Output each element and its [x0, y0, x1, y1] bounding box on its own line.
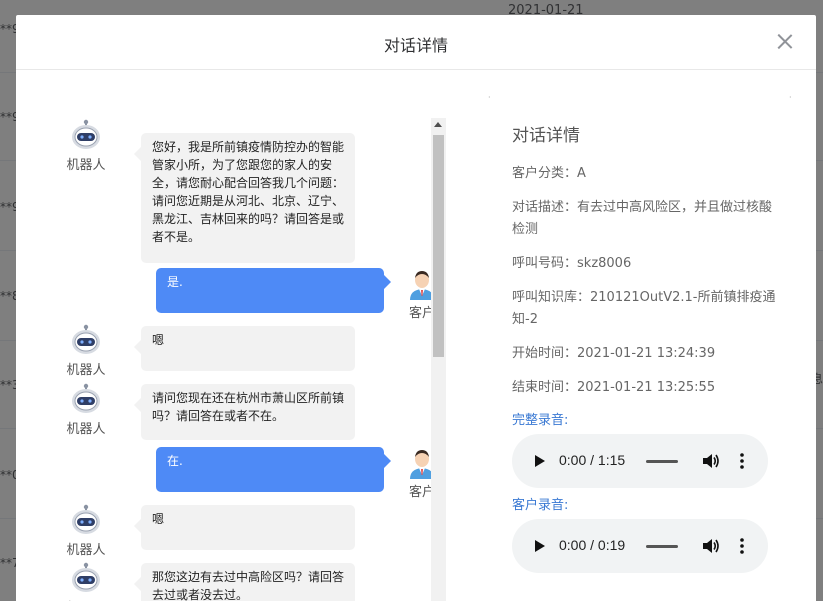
robot-message-bubble: 嗯 [134, 326, 355, 371]
scroll-up-arrow-icon[interactable] [434, 122, 442, 127]
volume-icon[interactable] [702, 453, 720, 469]
dialog-detail-modal: 对话详情 · · 机器人 您好，我是所前镇疫情防控办的智能管家小所，为了您跟您的… [16, 15, 816, 601]
robot-avatar: 机器人 [56, 382, 116, 437]
end-time-label: 结束时间： [512, 380, 578, 395]
customer-message-bubble: 在. [156, 447, 391, 492]
robot-label: 机器人 [56, 597, 116, 601]
robot-message-bubble: 嗯 [134, 505, 355, 550]
detail-category: 客户分类：A [512, 163, 782, 185]
category-label: 客户分类： [512, 166, 578, 181]
robot-label: 机器人 [66, 158, 106, 173]
detail-knowledge-base: 呼叫知识库：210121OutV2.1-所前镇排疫通知-2 [512, 287, 782, 331]
detail-panel: 对话详情 客户分类：A 对话描述：有去过中高风险区，并且做过核酸检测 呼叫号码：… [512, 121, 782, 581]
detail-description: 对话描述：有去过中高风险区，并且做过核酸检测 [512, 197, 782, 241]
robot-label: 机器人 [66, 422, 106, 437]
volume-icon[interactable] [702, 538, 720, 554]
modal-title: 对话详情 [383, 36, 448, 55]
robot-message-bubble: 那您这边有去过中高险区吗？请回答去过或者没去过。 [134, 563, 355, 601]
knowledge-base-label: 呼叫知识库： [512, 290, 591, 305]
detail-number: 呼叫号码：skz8006 [512, 253, 782, 275]
chat-scrollbar[interactable] [431, 118, 446, 601]
robot-avatar: 机器人 [56, 503, 116, 558]
play-icon[interactable] [535, 540, 545, 552]
close-icon[interactable] [774, 31, 796, 53]
detail-end-time: 结束时间：2021-01-21 13:25:55 [512, 377, 782, 399]
more-options-icon[interactable] [740, 453, 744, 469]
play-icon[interactable] [535, 455, 545, 467]
start-time-value: 2021-01-21 13:24:39 [577, 346, 716, 361]
chat-list[interactable]: 机器人 您好，我是所前镇疫情防控办的智能管家小所，为了您跟您的家人的安全，请您耐… [56, 118, 449, 601]
end-time-value: 2021-01-21 13:25:55 [577, 380, 716, 395]
robot-message-bubble: 您好，我是所前镇疫情防控办的智能管家小所，为了您跟您的家人的安全，请您耐心配合回… [134, 133, 355, 263]
divider-dot: · [789, 93, 792, 102]
robot-avatar: 机器人 [56, 323, 116, 378]
customer-audio-progress[interactable] [646, 545, 678, 548]
customer-audio-time: 0:00 / 0:19 [559, 537, 626, 553]
robot-label: 机器人 [66, 543, 106, 558]
robot-avatar-icon [72, 383, 100, 413]
robot-avatar: 机器人 [56, 118, 116, 173]
start-time-label: 开始时间： [512, 346, 578, 361]
customer-audio-label: 客户录音: [512, 498, 569, 513]
full-audio-label: 完整录音: [512, 413, 569, 428]
full-audio-progress[interactable] [646, 460, 678, 463]
robot-avatar: 机器人 [56, 561, 116, 601]
description-label: 对话描述： [512, 200, 578, 215]
full-audio-time: 0:00 / 1:15 [559, 452, 626, 468]
more-options-icon[interactable] [740, 538, 744, 554]
detail-title: 对话详情 [512, 126, 580, 146]
category-value: A [577, 166, 586, 181]
detail-start-time: 开始时间：2021-01-21 13:24:39 [512, 343, 782, 365]
number-value: skz8006 [577, 256, 632, 271]
robot-avatar-icon [72, 504, 100, 534]
scroll-thumb[interactable] [433, 135, 444, 357]
divider-dot: · [488, 93, 491, 102]
customer-message-bubble: 是. [156, 268, 391, 313]
robot-avatar-icon [72, 562, 100, 592]
robot-avatar-icon [72, 119, 100, 149]
modal-header: 对话详情 [16, 15, 816, 70]
robot-avatar-icon [72, 324, 100, 354]
full-audio-player[interactable]: 0:00 / 1:15 [512, 434, 768, 488]
customer-audio-player[interactable]: 0:00 / 0:19 [512, 519, 768, 573]
number-label: 呼叫号码： [512, 256, 578, 271]
robot-message-bubble: 请问您现在还在杭州市萧山区所前镇吗？请回答在或者不在。 [134, 384, 355, 440]
robot-label: 机器人 [66, 363, 106, 378]
